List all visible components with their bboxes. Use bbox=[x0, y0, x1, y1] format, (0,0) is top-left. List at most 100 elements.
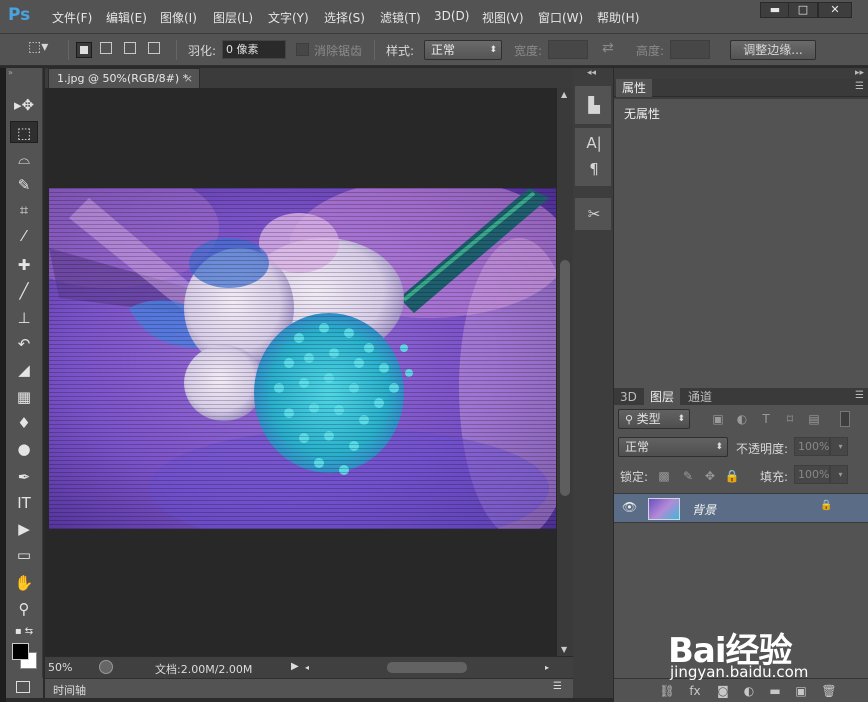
path-select-tool-icon[interactable]: ▶ bbox=[10, 518, 38, 540]
menu-filter[interactable]: 滤镜(T) bbox=[380, 9, 421, 27]
flower-image bbox=[49, 188, 556, 529]
scroll-up-icon[interactable]: ▲ bbox=[561, 90, 567, 99]
menu-edit[interactable]: 编辑(E) bbox=[106, 9, 147, 27]
zoom-level[interactable]: 50% bbox=[48, 661, 72, 674]
layer-filter-select[interactable]: ⚲ 类型 ⬍ bbox=[618, 409, 690, 429]
default-colors-icon[interactable]: ▪ ⇆ bbox=[10, 621, 38, 643]
menu-type[interactable]: 文字(Y) bbox=[268, 9, 309, 27]
fill-dropdown-icon[interactable]: ▾ bbox=[830, 465, 848, 484]
history-panel-icon[interactable]: ▙ bbox=[577, 92, 611, 118]
close-tab-icon[interactable]: × bbox=[184, 69, 193, 88]
layer-row[interactable]: 👁 背景 🔒 bbox=[614, 493, 868, 523]
tab-properties[interactable]: 属性 bbox=[616, 79, 653, 97]
blend-mode-select[interactable]: 正常 ⬍ bbox=[618, 437, 728, 457]
dock-collapse-icon[interactable]: ◂◂ bbox=[587, 68, 596, 78]
layer-name[interactable]: 背景 bbox=[692, 501, 716, 518]
menu-layer[interactable]: 图层(L) bbox=[213, 9, 253, 27]
minimize-button[interactable]: ▬ bbox=[760, 2, 790, 18]
panel-menu-icon[interactable]: ☰ bbox=[553, 681, 562, 692]
lock-all-icon[interactable]: 🔒 bbox=[724, 468, 740, 484]
marquee-tool-icon[interactable]: ⬚ bbox=[10, 121, 38, 143]
document-image[interactable] bbox=[49, 188, 556, 529]
scroll-left-icon[interactable]: ◂ bbox=[305, 663, 309, 672]
status-menu-arrow-icon[interactable]: ▶ bbox=[291, 661, 299, 672]
lock-transparency-icon[interactable]: ▩ bbox=[656, 468, 672, 484]
style-select[interactable]: 正常 ⬍ bbox=[424, 40, 502, 60]
crop-tool-icon[interactable]: ⌗ bbox=[10, 199, 38, 221]
feather-input[interactable]: 0 像素 bbox=[222, 40, 286, 59]
menu-3d[interactable]: 3D(D) bbox=[434, 9, 469, 27]
canvas-area[interactable] bbox=[45, 88, 557, 656]
subtract-selection-icon[interactable] bbox=[124, 42, 136, 54]
healing-brush-tool-icon[interactable]: ✚ bbox=[10, 254, 38, 276]
document-tab[interactable]: 1.jpg @ 50%(RGB/8#) * × bbox=[48, 68, 200, 88]
add-selection-icon[interactable] bbox=[100, 42, 112, 54]
gradient-tool-icon[interactable]: ▦ bbox=[10, 386, 38, 408]
menu-window[interactable]: 窗口(W) bbox=[538, 9, 583, 27]
refine-edge-button[interactable]: 调整边缘... bbox=[730, 40, 816, 60]
scroll-right-icon[interactable]: ▸ bbox=[545, 663, 549, 672]
rectangle-tool-icon[interactable]: ▭ bbox=[10, 544, 38, 566]
blur-tool-icon[interactable]: ♦ bbox=[10, 412, 38, 434]
lasso-tool-icon[interactable]: ⌓ bbox=[10, 148, 38, 170]
move-tool-icon[interactable]: ▸✥ bbox=[10, 94, 38, 116]
tab-layers[interactable]: 图层 bbox=[644, 388, 681, 406]
height-input[interactable] bbox=[670, 40, 710, 59]
new-selection-icon[interactable] bbox=[76, 42, 92, 58]
lock-position-icon[interactable]: ✥ bbox=[702, 468, 718, 484]
scroll-down-icon[interactable]: ▼ bbox=[561, 645, 567, 654]
panel-menu-icon[interactable]: ☰ bbox=[855, 390, 864, 401]
close-button[interactable]: ✕ bbox=[818, 2, 852, 18]
tool-presets-icon[interactable]: ✂ bbox=[577, 201, 611, 227]
maximize-button[interactable]: □ bbox=[788, 2, 818, 18]
panel-menu-icon[interactable]: ☰ bbox=[855, 81, 864, 92]
horizontal-scroll-thumb[interactable] bbox=[387, 662, 467, 673]
lock-pixels-icon[interactable]: ✎ bbox=[680, 468, 696, 484]
opacity-input[interactable]: 100% bbox=[794, 437, 830, 456]
quick-select-tool-icon[interactable]: ✎ bbox=[10, 174, 38, 196]
dock-expand-icon[interactable]: ▸▸ bbox=[855, 68, 864, 78]
paragraph-panel-icon[interactable]: ¶ bbox=[577, 156, 611, 182]
menu-file[interactable]: 文件(F) bbox=[52, 9, 92, 27]
filter-adjustment-icon[interactable]: ◐ bbox=[734, 411, 750, 427]
screen-mode-icon[interactable] bbox=[16, 681, 30, 693]
options-bar: ⬚▾ 羽化: 0 像素 消除锯齿 样式: 正常 ⬍ 宽度: ⇄ 高度: 调整边缘.… bbox=[0, 34, 868, 66]
hand-tool-icon[interactable]: ✋ bbox=[10, 572, 38, 594]
status-share-icon[interactable] bbox=[99, 660, 113, 674]
zoom-tool-icon[interactable]: ⚲ bbox=[10, 598, 38, 620]
clone-stamp-tool-icon[interactable]: ⊥ bbox=[10, 307, 38, 329]
timeline-panel-bar[interactable]: 时间轴 ☰ bbox=[45, 678, 573, 698]
timeline-label[interactable]: 时间轴 bbox=[53, 682, 86, 698]
menu-select[interactable]: 选择(S) bbox=[324, 9, 365, 27]
brush-tool-icon[interactable]: ╱ bbox=[10, 280, 38, 302]
eyedropper-tool-icon[interactable]: ⁄ bbox=[10, 225, 38, 247]
type-tool-icon[interactable]: IT bbox=[10, 492, 38, 514]
character-panel-icon[interactable]: A| bbox=[577, 130, 611, 156]
intersect-selection-icon[interactable] bbox=[148, 42, 160, 54]
tab-3d[interactable]: 3D bbox=[614, 388, 643, 406]
tab-channels[interactable]: 通道 bbox=[682, 388, 718, 406]
foreground-color-swatch[interactable] bbox=[12, 643, 29, 660]
dodge-tool-icon[interactable]: ● bbox=[10, 438, 38, 460]
menu-help[interactable]: 帮助(H) bbox=[597, 9, 639, 27]
filter-shape-icon[interactable]: ⌑ bbox=[782, 411, 798, 427]
fill-input[interactable]: 100% bbox=[794, 465, 830, 484]
swap-icon[interactable]: ⇄ bbox=[602, 40, 614, 56]
visibility-eye-icon[interactable]: 👁 bbox=[622, 500, 637, 514]
vertical-scrollbar[interactable]: ▲ ▼ bbox=[557, 88, 573, 656]
menu-view[interactable]: 视图(V) bbox=[482, 9, 524, 27]
eraser-tool-icon[interactable]: ◢ bbox=[10, 359, 38, 381]
antialias-checkbox[interactable] bbox=[296, 43, 309, 56]
marquee-preset-icon[interactable]: ⬚▾ bbox=[28, 39, 48, 55]
filter-toggle[interactable] bbox=[840, 411, 850, 427]
width-input[interactable] bbox=[548, 40, 588, 59]
filter-type-icon[interactable]: T bbox=[758, 411, 774, 427]
filter-smart-object-icon[interactable]: ▤ bbox=[806, 411, 822, 427]
vertical-scroll-thumb[interactable] bbox=[560, 260, 570, 496]
menu-image[interactable]: 图像(I) bbox=[160, 9, 197, 27]
history-brush-tool-icon[interactable]: ↶ bbox=[10, 333, 38, 355]
opacity-dropdown-icon[interactable]: ▾ bbox=[830, 437, 848, 456]
pen-tool-icon[interactable]: ✒ bbox=[10, 466, 38, 488]
filter-pixel-icon[interactable]: ▣ bbox=[710, 411, 726, 427]
collapse-icon[interactable]: » bbox=[8, 69, 40, 77]
